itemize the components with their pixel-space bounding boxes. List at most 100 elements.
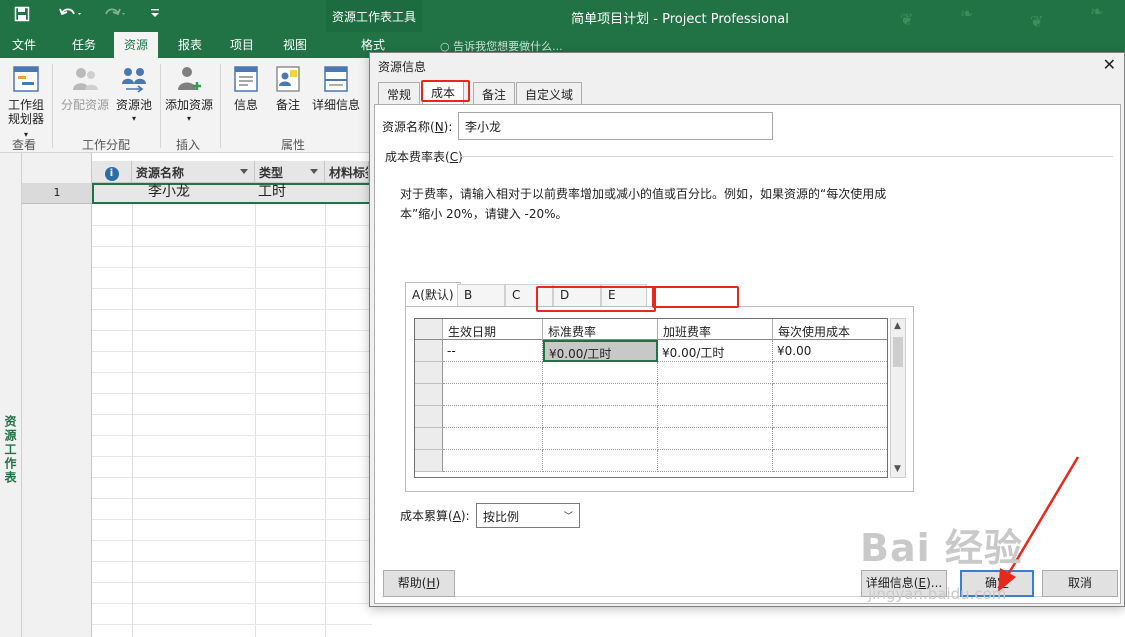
table-cell[interactable] <box>543 362 658 384</box>
grid-line <box>92 309 372 310</box>
save-icon[interactable] <box>14 6 30 26</box>
team-planner-button[interactable]: 工作组 规划器 ▾ <box>4 64 48 142</box>
grid-line <box>92 414 372 415</box>
table-cell[interactable] <box>658 362 773 384</box>
tab-custom-fields[interactable]: 自定义域 <box>516 82 583 104</box>
table-cell[interactable] <box>773 406 887 428</box>
column-header-overtime-rate: 加班费率 <box>658 319 773 340</box>
resource-name-field[interactable]: 李小龙 <box>458 112 773 140</box>
resource-name-label: 资源名称(N): <box>382 120 453 134</box>
assign-resources-button: 分配资源 <box>58 64 112 112</box>
cost-accrual-select[interactable]: 按比例 ﹀ <box>476 503 580 528</box>
group-separator <box>160 64 161 148</box>
information-label: 信息 <box>233 98 258 112</box>
info-icon: i <box>104 167 119 181</box>
table-row[interactable] <box>92 183 374 204</box>
undo-icon[interactable] <box>58 6 84 26</box>
column-header-material-label[interactable]: 材料标签 <box>325 161 369 183</box>
bird-decoration-icon: ❦ <box>900 10 914 29</box>
help-button[interactable]: 帮助(H) <box>383 570 455 597</box>
grid-line <box>92 288 372 289</box>
row-header[interactable] <box>415 428 443 450</box>
grid-line <box>92 225 372 226</box>
cost-accrual-value: 按比例 <box>483 510 520 524</box>
row-header[interactable] <box>415 340 443 362</box>
table-cell[interactable] <box>443 362 543 384</box>
tab-report[interactable]: 报表 <box>178 36 202 54</box>
tab-task[interactable]: 任务 <box>72 36 96 54</box>
context-group-title: 资源工作表工具 <box>331 10 416 24</box>
column-header-type[interactable]: 类型 <box>255 161 325 183</box>
instructions-text: 对于费率，请输入相对于以前费率增加或减小的值或百分比。例如，如果资源的“每次使用… <box>400 187 887 201</box>
table-cell[interactable] <box>443 450 543 472</box>
details-button[interactable]: 详细信息 <box>310 64 362 112</box>
tab-project[interactable]: 项目 <box>230 36 254 54</box>
highlight-standard-rate <box>536 286 656 312</box>
group-separator <box>52 64 53 148</box>
row-header[interactable] <box>415 362 443 384</box>
add-resources-button[interactable]: 添加资源 ▾ <box>164 64 214 126</box>
team-planner-icon <box>13 66 39 92</box>
title-bar: 资源工作表工具 简单项目计划 - Project Professional ❦ … <box>0 0 1125 58</box>
column-header-resource-name[interactable]: 资源名称 <box>132 161 255 183</box>
column-header-standard-rate: 标准费率 <box>543 319 658 340</box>
cell-effective-date[interactable]: -- <box>443 340 543 362</box>
chevron-down-icon[interactable] <box>310 169 318 174</box>
table-cell[interactable] <box>658 384 773 406</box>
table-cell[interactable] <box>443 406 543 428</box>
grid-line <box>92 582 372 583</box>
table-cell[interactable] <box>443 428 543 450</box>
grid-line <box>92 456 372 457</box>
cell-overtime-rate[interactable]: ¥0.00/工时 <box>658 340 773 362</box>
table-cell[interactable] <box>658 406 773 428</box>
rate-table-panel: 生效日期 标准费率 加班费率 每次使用成本 -- ¥0.00/工时 ¥0.00/… <box>405 306 914 492</box>
bird-decoration-icon: ❧ <box>960 4 974 23</box>
rate-tab-b[interactable]: B <box>457 284 505 306</box>
row-header[interactable] <box>415 406 443 428</box>
notes-button[interactable]: 备注 <box>270 64 306 112</box>
chevron-down-icon[interactable] <box>240 169 248 174</box>
group-label-assignments: 工作分配 <box>82 138 131 152</box>
information-button[interactable]: 信息 <box>228 64 264 112</box>
cost-accrual-label: 成本累算(A): <box>400 509 470 523</box>
table-cell[interactable] <box>543 428 658 450</box>
row-number[interactable]: 1 <box>22 183 92 204</box>
table-cell[interactable] <box>773 450 887 472</box>
table-cell[interactable] <box>543 384 658 406</box>
scroll-up-icon[interactable]: ▲ <box>894 321 901 331</box>
cell-per-use-cost[interactable]: ¥0.00 <box>773 340 887 362</box>
table-cell[interactable] <box>543 406 658 428</box>
cell-type[interactable]: 工时 <box>258 183 286 204</box>
close-icon[interactable]: ✕ <box>1103 55 1116 74</box>
add-person-icon <box>178 67 201 90</box>
row-header[interactable] <box>415 384 443 406</box>
chevron-down-icon: ▾ <box>186 114 191 123</box>
tab-general[interactable]: 常规 <box>378 82 421 104</box>
cell-resource-name[interactable]: 李小龙 <box>148 183 190 204</box>
row-header[interactable] <box>415 450 443 472</box>
grid-line <box>92 435 372 436</box>
cell-standard-rate[interactable]: ¥0.00/工时 <box>543 340 658 362</box>
tab-resource[interactable]: 资源 <box>114 32 159 58</box>
table-cell[interactable] <box>773 362 887 384</box>
table-cell[interactable] <box>773 428 887 450</box>
grid-line <box>325 183 326 637</box>
redo-icon <box>102 6 128 26</box>
table-cell[interactable] <box>443 384 543 406</box>
scroll-thumb[interactable] <box>893 337 903 367</box>
table-cell[interactable] <box>658 428 773 450</box>
tab-notes[interactable]: 备注 <box>473 82 516 104</box>
resource-pool-button[interactable]: 资源池 ▾ <box>112 64 156 126</box>
tab-file[interactable]: 文件 <box>12 36 36 54</box>
table-cell[interactable] <box>773 384 887 406</box>
vertical-scrollbar[interactable]: ▲ ▼ <box>890 318 906 478</box>
tab-view[interactable]: 视图 <box>283 36 307 54</box>
customize-toolbar-icon[interactable] <box>150 6 160 24</box>
rate-tab-a[interactable]: A(默认) <box>405 282 461 307</box>
chevron-down-icon: ▾ <box>131 114 136 123</box>
table-cell[interactable] <box>658 450 773 472</box>
grid-line <box>92 519 372 520</box>
scroll-down-icon[interactable]: ▼ <box>894 464 901 474</box>
table-cell[interactable] <box>543 450 658 472</box>
indicators-column-header[interactable]: i <box>92 161 132 183</box>
